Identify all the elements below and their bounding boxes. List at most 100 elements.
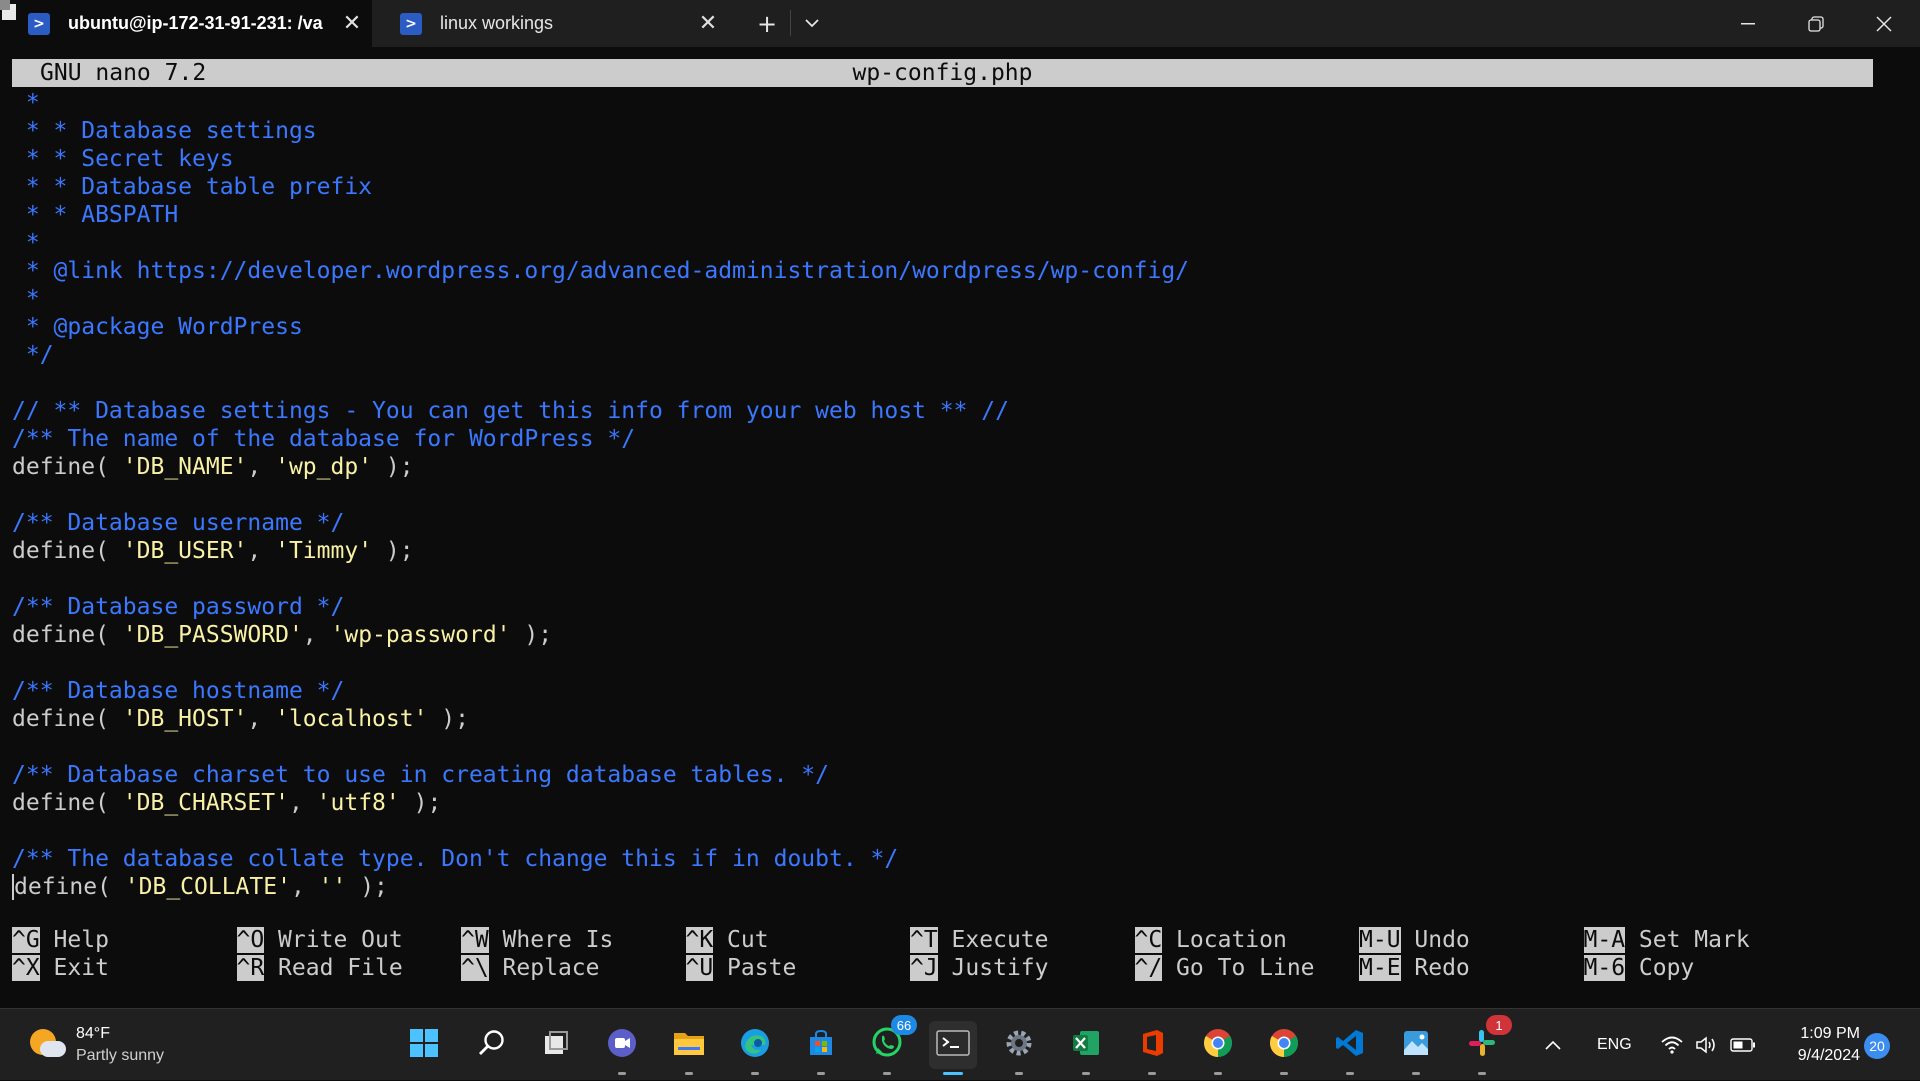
settings-app[interactable]	[995, 1021, 1043, 1075]
shortcut-set-mark[interactable]: M-A Set Mark	[1583, 926, 1750, 954]
code-text: );	[427, 706, 469, 732]
shortcut-execute[interactable]: ^T Execute	[910, 926, 1048, 954]
powershell-icon: >	[400, 12, 422, 35]
code-line: *	[12, 285, 1892, 313]
shortcut-key: ^X	[12, 955, 40, 981]
code-comment: /** Database hostname */	[12, 678, 345, 704]
shortcut-write-out[interactable]: ^O Write Out	[236, 926, 403, 954]
battery-icon[interactable]	[1730, 1009, 1756, 1081]
shortcut-paste[interactable]: ^U Paste	[685, 954, 796, 982]
running-indicator	[1214, 1072, 1222, 1075]
code-comment: * * Database table prefix	[12, 174, 373, 200]
weather-condition: Partly sunny	[76, 1047, 165, 1064]
weather-temperature: 84°F	[76, 1025, 110, 1042]
office-app[interactable]	[1128, 1021, 1176, 1075]
edge-app[interactable]	[731, 1021, 779, 1075]
shortcut-read-file[interactable]: ^R Read File	[236, 954, 403, 982]
code-line: * * ABSPATH	[12, 201, 1892, 229]
code-text: );	[510, 622, 553, 648]
terminal-app[interactable]	[929, 1021, 977, 1075]
shortcut-go-to-line[interactable]: ^/ Go To Line	[1134, 954, 1315, 982]
running-indicator	[1015, 1072, 1023, 1075]
shortcut-label: Justify	[937, 955, 1049, 981]
store-app[interactable]	[797, 1021, 845, 1075]
shortcut-location[interactable]: ^C Location	[1134, 926, 1287, 954]
task-view-icon	[541, 1028, 571, 1063]
running-indicator	[1412, 1072, 1420, 1075]
app-badge: 66	[891, 1015, 917, 1035]
meet-app[interactable]	[598, 1021, 646, 1075]
excel-app[interactable]	[1062, 1021, 1110, 1075]
close-tab-button[interactable]: ✕	[688, 11, 728, 36]
minimize-icon	[1741, 22, 1755, 24]
shortcut-help[interactable]: ^G Help	[12, 926, 109, 954]
shortcut-label: Go To Line	[1162, 955, 1315, 981]
chrome-app[interactable]	[1194, 1021, 1242, 1075]
minimize-button[interactable]	[1714, 0, 1782, 47]
app-badge: 1	[1486, 1015, 1512, 1035]
code-comment: /** The name of the database for WordPre…	[12, 426, 636, 452]
tab-linux-workings[interactable]: > linux workings ✕	[372, 0, 728, 47]
shortcut-copy[interactable]: M-6 Copy	[1583, 954, 1694, 982]
shortcut-replace[interactable]: ^\ Replace	[461, 954, 599, 982]
file-explorer-app[interactable]	[665, 1021, 713, 1075]
restore-button[interactable]	[1782, 0, 1850, 47]
powershell-icon: >	[28, 12, 50, 35]
notification-count-badge[interactable]: 20	[1864, 1033, 1890, 1059]
tray-overflow-button[interactable]	[1544, 1009, 1562, 1081]
photos-app[interactable]	[1392, 1021, 1440, 1075]
shortcut-key: ^G	[12, 927, 40, 953]
editor-buffer[interactable]: * * * Database settings * * Secret keys …	[12, 89, 1892, 901]
shortcut-label: Where Is	[488, 927, 614, 953]
shortcut-justify[interactable]: ^J Justify	[910, 954, 1048, 982]
code-string: 'Timmy'	[275, 538, 373, 564]
shortcut-label: Read File	[264, 955, 403, 981]
new-tab-button[interactable]: +	[745, 0, 789, 47]
code-line: /** Database password */	[12, 593, 1892, 621]
code-string: 'DB_USER'	[122, 538, 248, 564]
code-string: 'DB_HOST'	[122, 706, 248, 732]
partly-sunny-icon	[28, 1027, 66, 1063]
chrome-icon	[1268, 1027, 1300, 1064]
code-line: define( 'DB_COLLATE', '' );	[12, 873, 1892, 901]
windows-icon	[409, 1028, 439, 1063]
shortcut-label: Redo	[1400, 955, 1470, 981]
code-string: 'wp-password'	[330, 622, 511, 648]
shortcut-exit[interactable]: ^X Exit	[12, 954, 109, 982]
task-view-button[interactable]	[532, 1021, 580, 1069]
code-text: ,	[247, 454, 276, 480]
code-text: ,	[247, 706, 276, 732]
shortcut-redo[interactable]: M-E Redo	[1359, 954, 1470, 982]
chrome-icon	[1202, 1027, 1234, 1064]
shortcut-undo[interactable]: M-U Undo	[1359, 926, 1470, 954]
code-text: );	[399, 790, 442, 816]
code-line: * @link https://developer.wordpress.org/…	[12, 257, 1892, 285]
tab-ubuntu-ssh[interactable]: > ubuntu@ip-172-31-91-231: /va ✕	[0, 0, 372, 47]
shortcut-cut[interactable]: ^K Cut	[685, 926, 769, 954]
wifi-icon[interactable]	[1660, 1009, 1684, 1081]
system-clock[interactable]: 1:09 PM 9/4/2024	[1770, 1023, 1860, 1067]
close-tab-button[interactable]: ✕	[332, 11, 372, 36]
shortcut-where-is[interactable]: ^W Where Is	[461, 926, 613, 954]
weather-widget[interactable]: 84°F Partly sunny	[28, 1023, 208, 1069]
code-comment: *	[12, 286, 40, 312]
slack-app[interactable]: 1	[1458, 1015, 1512, 1075]
start-button[interactable]	[400, 1021, 448, 1069]
shortcut-key: ^O	[236, 927, 265, 953]
terminal-pane[interactable]: wp-config.php GNU nano 7.2 * * * Databas…	[0, 47, 1920, 1007]
language-indicator[interactable]: ENG	[1597, 1009, 1632, 1081]
tab-dropdown-button[interactable]	[790, 0, 834, 47]
close-window-button[interactable]	[1850, 0, 1918, 47]
code-line: *	[12, 89, 1892, 117]
code-line: /** Database hostname */	[12, 677, 1892, 705]
search-button[interactable]	[468, 1021, 516, 1069]
vscode-app[interactable]	[1326, 1021, 1374, 1075]
chrome-profile-app[interactable]	[1260, 1021, 1308, 1075]
volume-icon[interactable]	[1694, 1009, 1718, 1081]
code-string: 'DB_CHARSET'	[122, 790, 289, 816]
whatsapp-app[interactable]: 66	[863, 1015, 917, 1075]
